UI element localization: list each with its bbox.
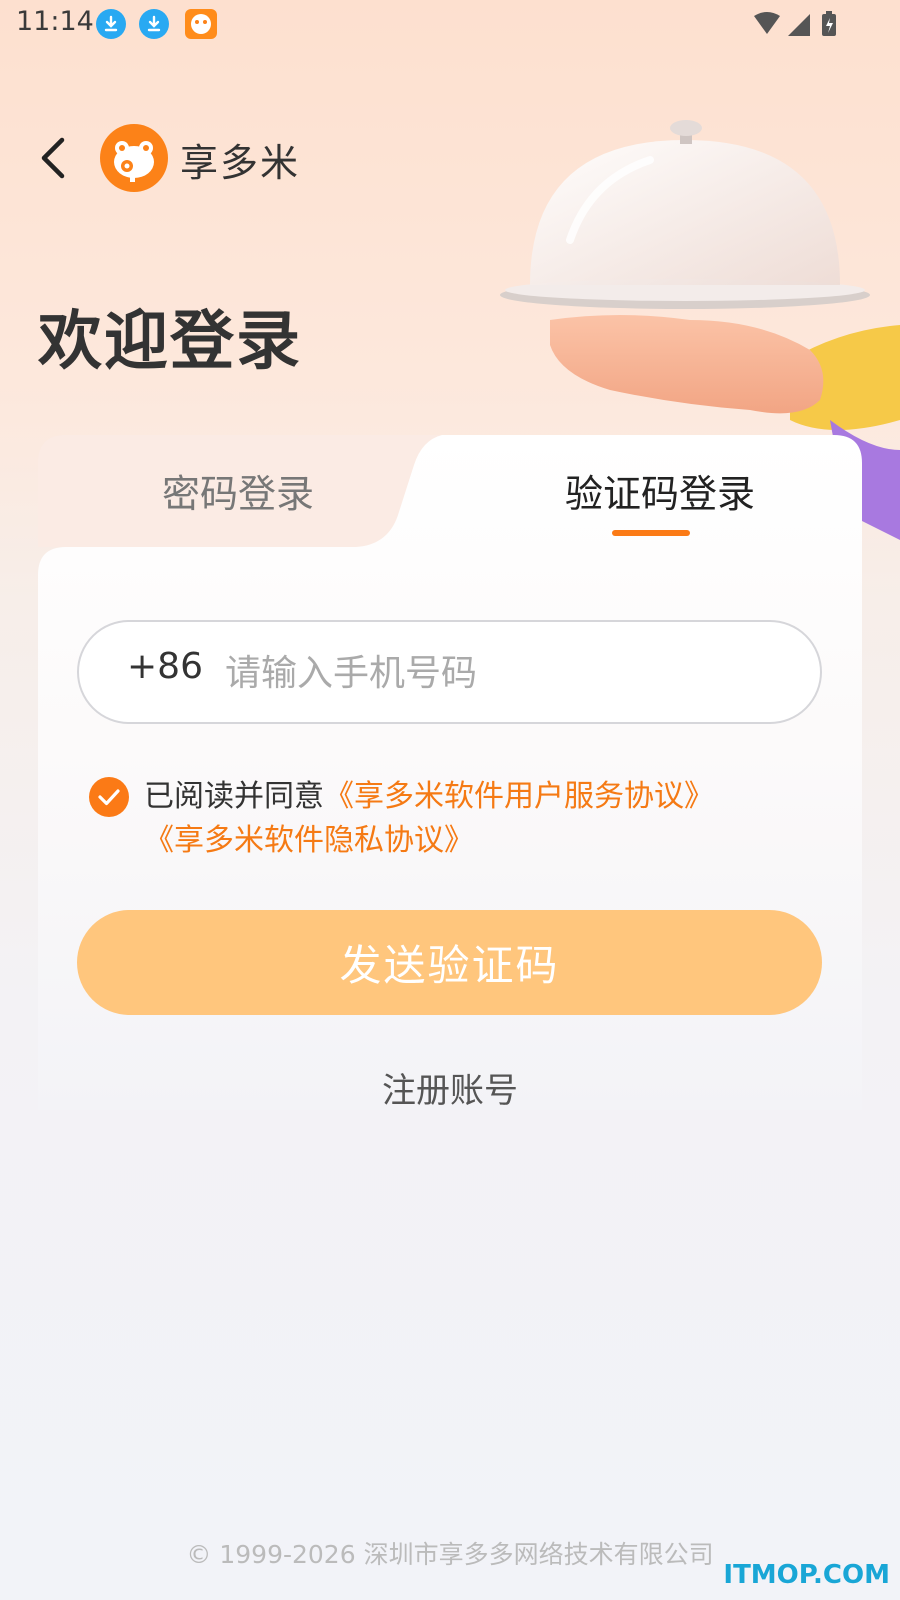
agreement-checkbox[interactable] xyxy=(89,777,129,817)
download-icon xyxy=(139,9,169,39)
page-title: 欢迎登录 xyxy=(38,305,302,379)
register-link[interactable]: 注册账号 xyxy=(350,1063,550,1112)
status-indicators xyxy=(752,10,852,42)
tab-password-login[interactable]: 密码登录 xyxy=(38,435,438,545)
wifi-icon xyxy=(754,12,780,34)
signal-icon xyxy=(788,14,810,36)
brand-name: 享多米 xyxy=(180,141,301,185)
chevron-left-icon xyxy=(41,137,65,179)
brand-logo xyxy=(100,124,168,192)
back-button[interactable] xyxy=(28,130,78,186)
phone-field: +86 xyxy=(77,620,822,724)
tab-code-login[interactable]: 验证码登录 xyxy=(458,435,862,545)
checkmark-icon xyxy=(98,789,120,806)
agreement-text: 已阅读并同意《享多米软件用户服务协议》《享多米软件隐私协议》 xyxy=(144,775,784,863)
status-time: 11:14 xyxy=(16,6,94,37)
privacy-agreement-link[interactable]: 《享多米软件隐私协议》 xyxy=(144,823,474,858)
watermark: ITMOP.COM xyxy=(723,1560,890,1590)
status-bar: 11:14 xyxy=(0,0,900,48)
user-service-agreement-link[interactable]: 《享多米软件用户服务协议》 xyxy=(324,779,714,814)
download-icon xyxy=(96,9,126,39)
country-code[interactable]: +86 xyxy=(127,646,203,687)
send-code-button[interactable]: 发送验证码 xyxy=(77,910,822,1015)
phone-input[interactable] xyxy=(223,636,767,710)
battery-icon xyxy=(822,11,836,36)
app-notification-icon xyxy=(185,9,217,39)
active-tab-indicator xyxy=(612,530,690,536)
agreement-prefix: 已阅读并同意 xyxy=(144,779,324,814)
